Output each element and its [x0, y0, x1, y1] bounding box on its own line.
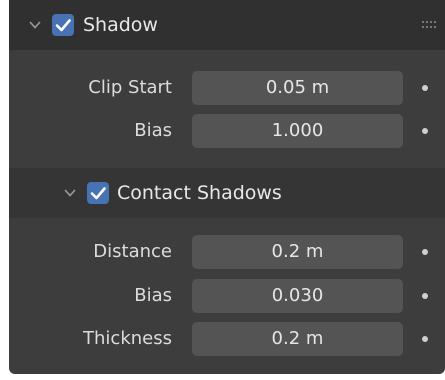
- shadow-bias-field[interactable]: 1.000: [192, 114, 403, 148]
- drag-handle-icon[interactable]: [421, 17, 439, 31]
- contact-shadows-header[interactable]: Contact Shadows: [9, 168, 445, 218]
- contact-shadows-checkbox[interactable]: [87, 182, 109, 204]
- distance-label: Distance: [93, 241, 172, 262]
- thickness-label: Thickness: [83, 328, 172, 349]
- clip-start-label: Clip Start: [88, 77, 172, 98]
- properties-panel: Shadow Clip Start 0.05 m Bias 1.000 Cont…: [9, 0, 445, 374]
- keyframe-dot-icon[interactable]: [422, 249, 428, 255]
- thickness-field[interactable]: 0.2 m: [192, 322, 403, 356]
- window: Shadow Clip Start 0.05 m Bias 1.000 Cont…: [0, 0, 445, 380]
- keyframe-dot-icon[interactable]: [422, 336, 428, 342]
- contact-bias-label: Bias: [134, 285, 172, 306]
- shadow-enable-checkbox[interactable]: [52, 14, 74, 36]
- chevron-down-icon[interactable]: [28, 18, 42, 32]
- keyframe-dot-icon[interactable]: [422, 128, 428, 134]
- distance-field[interactable]: 0.2 m: [192, 235, 403, 269]
- shadow-panel-header[interactable]: Shadow: [9, 0, 445, 50]
- shadow-panel-title: Shadow: [83, 14, 158, 36]
- contact-shadows-title: Contact Shadows: [117, 182, 282, 204]
- checkmark-icon: [55, 19, 71, 32]
- keyframe-dot-icon[interactable]: [422, 85, 428, 91]
- checkmark-icon: [90, 187, 106, 200]
- keyframe-dot-icon[interactable]: [422, 293, 428, 299]
- clip-start-field[interactable]: 0.05 m: [192, 71, 403, 105]
- shadow-bias-label: Bias: [134, 120, 172, 141]
- chevron-down-icon[interactable]: [63, 186, 77, 200]
- contact-bias-field[interactable]: 0.030: [192, 279, 403, 313]
